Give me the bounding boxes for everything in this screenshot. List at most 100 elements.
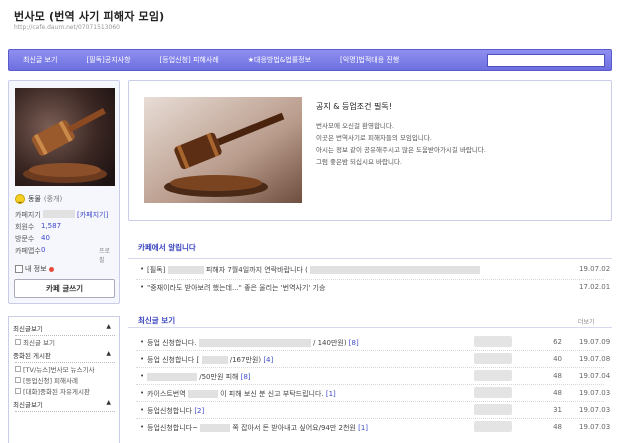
post-date: 19.07.08 — [579, 355, 611, 363]
more-link[interactable]: 더보기 — [578, 317, 595, 326]
post-date: 19.07.03 — [579, 406, 611, 414]
post-date: 19.07.03 — [579, 423, 611, 431]
notice-row[interactable]: • "중재이라도 받아보려 했는데..." 좋은 울리는 '번역사기' 기승 1… — [140, 283, 610, 295]
notice-box: 공지 & 등업조건 필독! 번사모에 오신걸 환영합니다. 이곳은 번역사기로 … — [128, 80, 612, 221]
post-title: 등업신청합니다~ — [147, 424, 198, 432]
notice-title[interactable]: 공지 & 등업조건 필독! — [316, 101, 392, 112]
post-row[interactable]: • 등업신청합니다~ 쪽 잡아서 돈 받아내고 싶어요/94만 2천원 [1] … — [140, 421, 610, 435]
comment-count: [1] — [325, 390, 336, 398]
post-date: 19.07.09 — [579, 338, 611, 346]
post-title-rest: 쪽 잡아서 돈 받아내고 싶어요/94만 2천원 — [232, 424, 356, 432]
menu-item-label: [TV/뉴스]번사모 뉴스기사 — [23, 365, 95, 374]
menu-item-label: [등업신청] 피해사례 — [23, 376, 78, 385]
notice-line: 이곳은 번역사기로 피해자들의 모임입니다. — [316, 134, 432, 142]
section-divider — [128, 327, 612, 328]
section-divider — [128, 258, 612, 259]
checkbox-icon — [15, 265, 23, 273]
notice-line: 그럼 좋은밤 되십시요 바랍니다. — [316, 158, 403, 166]
stat-value: 0 — [41, 246, 46, 254]
menu-item-cases[interactable]: [등업신청] 피해사례 — [9, 374, 119, 385]
post-title-rest: / 140만원) — [313, 339, 347, 347]
view-count: 48 — [553, 423, 562, 431]
stat-value[interactable]: [카페지기] — [77, 210, 108, 220]
gavel-image — [144, 97, 302, 203]
menu-item-recent[interactable]: 최신글 보기 — [9, 336, 119, 347]
comment-count: [8] — [348, 339, 359, 347]
author-redacted — [474, 336, 512, 347]
post-row[interactable]: • 등업신청합니다 [2] 31 19.07.03 — [140, 404, 610, 418]
cafe-title[interactable]: 번사모 (번역 사기 피해자 모임) — [14, 8, 164, 24]
new-dot-icon — [48, 266, 54, 272]
author-redacted — [474, 370, 512, 381]
cafe-profile-image — [15, 88, 115, 186]
stat-visits: 방문수 40 — [15, 234, 115, 244]
row-title: "중재이라도 받아보려 했는데..." 좋은 울리는 '번역사기' 기승 — [147, 284, 326, 292]
post-title-rest: /50만원 피해 — [199, 373, 239, 381]
nav-notice[interactable]: [필독]공지사항 — [72, 55, 145, 65]
comment-count: [2] — [194, 407, 205, 415]
top-nav: 최신글 보기 [필독]공지사항 [등업신청] 피해사례 ★대응방법&법률정보 [… — [8, 49, 612, 71]
menu-item-news[interactable]: [TV/뉴스]번사모 뉴스기사 — [9, 363, 119, 374]
post-title: 등업 신청합니다. — [147, 339, 197, 347]
post-row[interactable]: • /50만원 피해 [8] 48 19.07.04 — [140, 370, 610, 384]
view-count: 48 — [553, 389, 562, 397]
cafe-url[interactable]: http://cafe.daum.net/07071513060 — [14, 24, 120, 31]
cafe-profile: 동물 (중개) 카페지기 [카페지기] 회원수 1,587 방문수 40 카페앱… — [8, 80, 120, 304]
level-label: 동물 — [28, 195, 41, 203]
notice-line: 번사모에 오신걸 환영합니다. — [316, 122, 394, 130]
post-date: 19.07.04 — [579, 372, 611, 380]
collapse-icon[interactable]: ▲ — [106, 350, 111, 357]
author-redacted — [474, 353, 512, 364]
row-title: 피해자 7월4일까지 연락바랍니다 ( — [205, 266, 308, 274]
recent-posts-title[interactable]: 최신글 보기 — [138, 315, 175, 326]
stat-members: 회원수 1,587 — [15, 222, 115, 232]
menu-section-title: 최신글보기 — [13, 325, 43, 333]
stat-key: 회원수 — [15, 223, 35, 231]
collapse-icon[interactable]: ▲ — [106, 399, 111, 406]
nav-recent[interactable]: 최신글 보기 — [9, 55, 72, 65]
stat-key: 카페지기 — [15, 211, 41, 219]
search-input[interactable] — [487, 54, 605, 67]
menu-section-recent-2[interactable]: 최신글보기 ▲ — [13, 396, 119, 412]
menu-section-title: 중화된 게시판 — [13, 352, 51, 360]
menu-item-label: [대화]중화된 자유게시판 — [23, 387, 90, 396]
menu-section-boards[interactable]: 중화된 게시판 ▲ — [13, 347, 119, 363]
post-title-rest: /167만원) — [229, 356, 262, 364]
menu-section-title: 최신글보기 — [13, 401, 43, 409]
my-info[interactable]: 내 정보 — [15, 264, 54, 274]
profile-manage-link[interactable]: 프로필 — [99, 246, 115, 264]
stat-value[interactable]: 1,587 — [41, 222, 61, 232]
stat-app: 카페앱수 0 프로필 — [15, 246, 115, 264]
write-post-button[interactable]: 카페 글쓰기 — [14, 279, 115, 298]
post-row[interactable]: • 등업 신청합니다 [ /167만원) [4] 40 19.07.08 — [140, 353, 610, 367]
board-icon — [15, 376, 21, 383]
menu-item-free[interactable]: [대화]중화된 자유게시판 — [9, 385, 119, 396]
level-suffix: (중개) — [43, 195, 63, 203]
post-row[interactable]: • 카이스트번역 이 피해 보신 분 신고 부탁드립니다. [1] 48 19.… — [140, 387, 610, 401]
stat-value: 40 — [41, 234, 50, 242]
row-date: 19.07.02 — [579, 265, 611, 273]
notice-row[interactable]: • [필독] 피해자 7월4일까지 연락바랍니다 ( 19.07.02 — [140, 265, 610, 277]
cafe-notice-title[interactable]: 카페에서 알립니다 — [138, 242, 196, 253]
stat-key: 카페앱수 — [15, 247, 41, 255]
row-prefix: [필독] — [147, 266, 166, 274]
comment-count: [4] — [263, 356, 274, 364]
view-count: 48 — [553, 372, 562, 380]
author-redacted — [474, 421, 512, 432]
menu-section-recent[interactable]: 최신글보기 ▲ — [13, 320, 119, 336]
view-count: 31 — [553, 406, 562, 414]
board-icon — [15, 338, 21, 345]
collapse-icon[interactable]: ▲ — [106, 323, 111, 330]
stat-manager: 카페지기 [카페지기] — [15, 210, 115, 220]
post-date: 19.07.03 — [579, 389, 611, 397]
nav-legal-info[interactable]: ★대응방법&법률정보 — [234, 55, 326, 65]
nav-legal-action[interactable]: [익명]법적대응 진행 — [326, 55, 414, 65]
nav-victim-cases[interactable]: [등업신청] 피해사례 — [146, 55, 234, 65]
post-row[interactable]: • 등업 신청합니다. / 140만원) [8] 62 19.07.09 — [140, 336, 610, 350]
row-date: 17.02.01 — [579, 283, 611, 291]
smiley-icon — [15, 194, 25, 204]
board-icon — [15, 387, 21, 394]
view-count: 62 — [553, 338, 562, 346]
author-redacted — [474, 404, 512, 415]
post-title: 등업신청합니다 — [147, 407, 193, 415]
